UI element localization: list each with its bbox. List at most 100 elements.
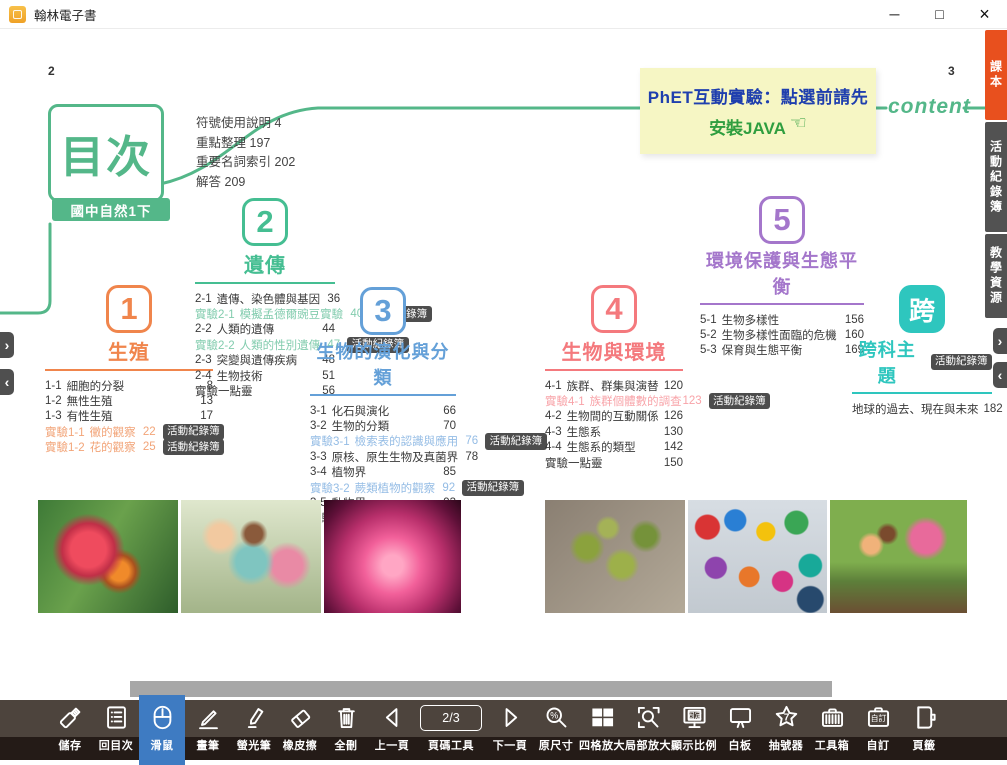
toc-item[interactable]: 4-1族群、群集與演替120 — [545, 378, 683, 393]
chapter-title[interactable]: 遺傳 — [244, 249, 286, 278]
edge-next-button-right[interactable]: › — [993, 328, 1007, 354]
toc-item[interactable]: 4-4生態系的類型142 — [545, 440, 683, 455]
toc-item-number: 3-3 — [310, 451, 327, 463]
display-scale-icon: 固定 — [681, 704, 708, 731]
toc-item-title: 族群個體數的調查 — [590, 393, 682, 409]
chapter-number-badge: 3 — [360, 287, 406, 335]
activity-book-badge[interactable]: 活動紀錄簿 — [485, 433, 547, 449]
toc-item-number: 1-3 — [45, 410, 62, 422]
chapter-underline — [195, 282, 335, 284]
maximize-button[interactable]: □ — [917, 0, 962, 28]
toc-item-page: 182 — [984, 403, 993, 415]
chapter-title[interactable]: 跨科主題 — [852, 336, 923, 388]
toolbar-eraser[interactable]: 橡皮擦 — [277, 700, 323, 760]
toolbar-item-label: 抽號器 — [769, 737, 804, 753]
toc-item-title: 實驗一點靈 — [195, 383, 253, 399]
toc-item[interactable]: 4-2生物間的互動關係126 — [545, 409, 683, 424]
front-matter-item[interactable]: 重點整理 197 — [196, 134, 295, 154]
toc-item[interactable]: 實驗1-1黴的觀察22活動紀錄簿 — [45, 424, 213, 439]
toc-item[interactable]: 1-1細胞的分裂8 — [45, 378, 213, 393]
toolbar-display-scale[interactable]: 固定顯示比例 — [671, 700, 717, 760]
tab-textbook[interactable]: 課本 — [985, 30, 1007, 120]
original-size-icon: % — [543, 704, 570, 731]
chapter-title[interactable]: 生物與環境 — [562, 336, 667, 365]
edge-prev-button-left[interactable]: ‹ — [0, 369, 14, 395]
toolbar-trash[interactable]: 全刪 — [323, 700, 369, 760]
toc-item-page: 123 — [682, 395, 702, 407]
toolbar-toc-doc[interactable]: 回目次 — [93, 700, 139, 760]
toolbar-highlighter[interactable]: 螢光筆 — [231, 700, 277, 760]
toolbar-prev-arrow[interactable]: 上一頁 — [369, 700, 415, 760]
toc-item-page: 66 — [436, 405, 456, 417]
toc-item[interactable]: 地球的過去、現在與未來182 — [852, 401, 992, 416]
toc-item[interactable]: 實驗1-2花的觀察25活動紀錄簿 — [45, 440, 213, 455]
toolbar-original-size[interactable]: %原尺寸 — [533, 700, 579, 760]
toc-item-page: 70 — [436, 420, 456, 432]
toc-item-number: 實驗3-2 — [310, 480, 350, 496]
toolbar-pen[interactable]: 畫筆 — [185, 700, 231, 760]
tab-teaching-resources[interactable]: 教學資源 — [985, 234, 1007, 318]
toc-item[interactable]: 4-3生態系130 — [545, 424, 683, 439]
toc-item[interactable]: 實驗4-1族群個體數的調查123活動紀錄簿 — [545, 393, 683, 408]
scroll-track[interactable] — [130, 681, 832, 697]
toc-item[interactable]: 3-3原核、原生生物及真菌界78 — [310, 449, 456, 464]
toc-item[interactable]: 5-3保育與生態平衡169 — [700, 343, 864, 358]
toolbar-mouse[interactable]: 滑鼠 — [139, 695, 185, 765]
chapter-underline — [310, 394, 456, 396]
minimize-button[interactable]: ─ — [872, 0, 917, 28]
edge-prev-button-right[interactable]: ‹ — [993, 362, 1007, 388]
svg-text:固定: 固定 — [687, 711, 702, 720]
toolbar-toolbox[interactable]: 工具箱 — [809, 700, 855, 760]
toc-item[interactable]: 3-2生物的分類70 — [310, 418, 456, 433]
toc-item-page: 25 — [136, 441, 156, 453]
chapter-4: 4 生物與環境 4-1族群、群集與演替120實驗4-1族群個體數的調查123活動紀錄… — [545, 285, 683, 470]
toc-item-number: 1-2 — [45, 395, 62, 407]
activity-book-badge[interactable]: 活動紀錄簿 — [462, 480, 524, 496]
front-matter-item[interactable]: 解答 209 — [196, 173, 295, 193]
activity-book-badge[interactable]: 活動紀錄簿 — [931, 354, 993, 370]
edge-next-button-left[interactable]: › — [0, 332, 14, 358]
toc-item-page: 126 — [663, 410, 683, 422]
toolbar-next-arrow[interactable]: 下一頁 — [487, 700, 533, 760]
toolbar-item-label: 橡皮擦 — [283, 737, 318, 753]
front-matter-item[interactable]: 重要名詞索引 202 — [196, 153, 295, 173]
number-star-icon: 7 — [773, 704, 800, 731]
toc-item-number: 實驗1-2 — [45, 439, 85, 455]
toc-item[interactable]: 3-1化石與演化66 — [310, 403, 456, 418]
toolbar-page-indicator[interactable]: 2/3頁碼工具 — [415, 700, 487, 760]
toolbar-whiteboard[interactable]: 白板 — [717, 700, 763, 760]
chapter-title[interactable]: 環境保護與生態平衡 — [700, 247, 864, 299]
toc-item[interactable]: 1-3有性生殖17 — [45, 409, 213, 424]
eraser-icon — [287, 704, 314, 731]
activity-book-badge[interactable]: 活動紀錄簿 — [709, 393, 771, 409]
toc-item[interactable]: 實驗一點靈150 — [545, 455, 683, 470]
toc-item[interactable]: 1-2無性生殖13 — [45, 393, 213, 408]
toolbar-page-bookmark[interactable]: 頁籤 — [901, 700, 947, 760]
toc-item-number: 2-2 — [195, 323, 212, 335]
toc-item-title: 蕨類植物的觀察 — [355, 480, 436, 496]
phet-java-note[interactable]: PhET互動實驗：點選前請先 安裝JAVA ☜ — [640, 68, 876, 154]
tab-activity-book[interactable]: 活動紀錄簿 — [985, 122, 1007, 232]
toc-item[interactable]: 實驗3-1檢索表的認識與應用76活動紀錄簿 — [310, 434, 456, 449]
chapter-title[interactable]: 生殖 — [108, 336, 150, 365]
toolbar-quad-zoom[interactable]: 四格放大 — [579, 700, 625, 760]
activity-book-badge[interactable]: 活動紀錄簿 — [163, 439, 225, 455]
toolbar-usb-drive[interactable]: 儲存 — [47, 700, 93, 760]
toc-item-title: 黴的觀察 — [90, 424, 136, 440]
svg-text:7: 7 — [783, 713, 789, 724]
chapter-title[interactable]: 生物的演化與分類 — [310, 338, 456, 390]
toolbar-custom-case[interactable]: 自訂自訂 — [855, 700, 901, 760]
toolbar-region-zoom[interactable]: 局部放大 — [625, 700, 671, 760]
toolbar-number-star[interactable]: 7 抽號器 — [763, 700, 809, 760]
toc-item[interactable]: 實驗3-2蕨類植物的觀察92活動紀錄簿 — [310, 480, 456, 495]
toolbar-item-label: 白板 — [729, 737, 752, 753]
activity-book-badge[interactable]: 活動紀錄簿 — [163, 424, 225, 440]
page-indicator[interactable]: 2/3 — [420, 705, 482, 731]
close-button[interactable]: × — [962, 0, 1007, 28]
front-matter-item[interactable]: 符號使用說明 4 — [196, 114, 295, 134]
toc-item[interactable]: 5-2生物多樣性面臨的危機160 — [700, 327, 864, 342]
toc-item[interactable]: 3-4植物界85 — [310, 465, 456, 480]
chapter-number-badge: 4 — [591, 285, 637, 333]
toc-item[interactable]: 5-1生物多樣性156 — [700, 312, 864, 327]
toc-item-title: 遺傳、染色體與基因 — [217, 291, 321, 307]
